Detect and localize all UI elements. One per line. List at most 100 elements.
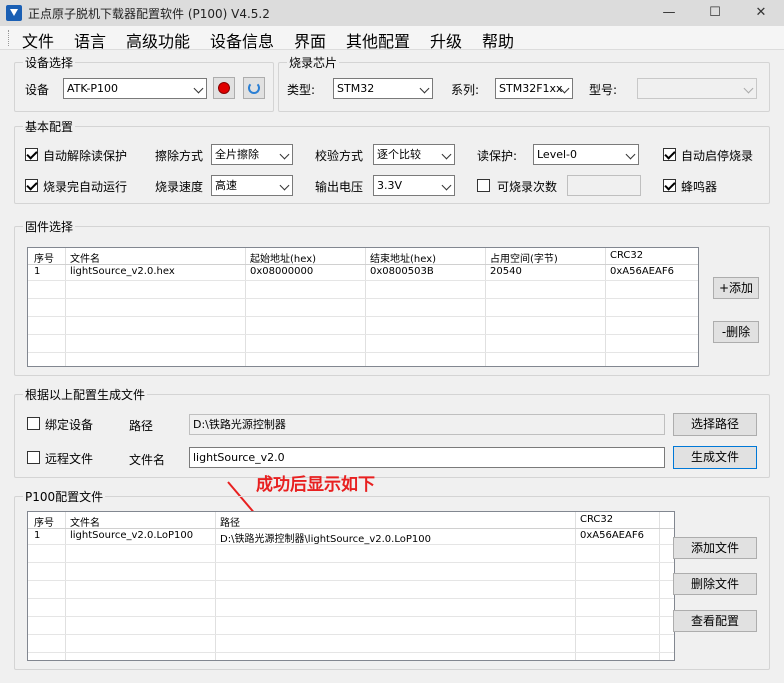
refresh-button[interactable] bbox=[243, 77, 265, 99]
column-header[interactable]: CRC32 bbox=[580, 514, 613, 525]
menu-other-config[interactable]: 其他配置 bbox=[346, 28, 410, 52]
device-group: 设备选择 设备 ATK-P100 bbox=[14, 54, 274, 112]
remote-file-checkbox[interactable] bbox=[27, 451, 40, 464]
chip-type-value: STM32 bbox=[337, 82, 375, 95]
burn-count-input[interactable] bbox=[567, 175, 641, 196]
table-cell: lightSource_v2.0.LoP100 bbox=[70, 530, 194, 541]
column-header[interactable]: 结束地址(hex) bbox=[370, 250, 436, 265]
chip-group: 烧录芯片 类型: STM32 系列: STM32F1xx 型号: bbox=[278, 54, 770, 112]
chevron-down-icon bbox=[279, 180, 290, 191]
p100-config-title: P100配置文件 bbox=[23, 488, 106, 505]
chevron-down-icon bbox=[193, 83, 204, 94]
auto-start-stop-label: 自动启停烧录 bbox=[681, 149, 754, 163]
chip-type-label: 类型: bbox=[287, 83, 316, 97]
refresh-icon bbox=[248, 82, 260, 94]
speed-label: 烧录速度 bbox=[155, 180, 204, 194]
delete-file-button[interactable]: 删除文件 bbox=[673, 573, 757, 595]
voltage-label: 输出电压 bbox=[315, 180, 364, 194]
chevron-down-icon bbox=[441, 149, 452, 160]
menu-upgrade[interactable]: 升级 bbox=[430, 28, 462, 52]
column-header[interactable]: 起始地址(hex) bbox=[250, 250, 316, 265]
verify-value: 逐个比较 bbox=[377, 148, 421, 161]
menu-interface[interactable]: 界面 bbox=[294, 28, 326, 52]
add-file-button[interactable]: 添加文件 bbox=[673, 537, 757, 559]
chip-series-select[interactable]: STM32F1xx bbox=[495, 78, 573, 99]
close-button[interactable]: ✕ bbox=[738, 0, 784, 26]
firmware-group-title: 固件选择 bbox=[23, 218, 76, 235]
chip-series-value: STM32F1xx bbox=[499, 82, 563, 95]
bind-device-label: 绑定设备 bbox=[45, 418, 94, 432]
path-label: 路径 bbox=[129, 419, 154, 433]
filename-input[interactable]: lightSource_v2.0 bbox=[189, 447, 665, 468]
p100-config-table[interactable]: 序号 文件名 路径 CRC32 1 lightSource_v2.0.LoP10… bbox=[27, 511, 675, 661]
firmware-table[interactable]: 序号 文件名 起始地址(hex) 结束地址(hex) 占用空间(字节) CRC3… bbox=[27, 247, 699, 367]
firmware-group: 固件选择 序号 文件名 起始地址(hex) 结束地址(hex) 占用空间(字节)… bbox=[14, 218, 770, 376]
table-cell: 0x0800503B bbox=[370, 266, 434, 277]
app-icon bbox=[6, 5, 22, 21]
basic-config-group: 基本配置 自动解除读保护 烧录完自动运行 擦除方式 全片擦除 烧录速度 高速 校… bbox=[14, 118, 770, 204]
record-button[interactable] bbox=[213, 77, 235, 99]
erase-label: 擦除方式 bbox=[155, 149, 204, 163]
maximize-button[interactable]: ☐ bbox=[692, 0, 738, 26]
title-bar: 正点原子脱机下载器配置软件 (P100) V4.5.2 — ☐ ✕ bbox=[0, 0, 784, 26]
erase-select[interactable]: 全片擦除 bbox=[211, 144, 293, 165]
speed-select[interactable]: 高速 bbox=[211, 175, 293, 196]
generate-group-title: 根据以上配置生成文件 bbox=[23, 386, 148, 403]
column-header[interactable]: CRC32 bbox=[610, 250, 643, 261]
menu-device-info[interactable]: 设备信息 bbox=[210, 28, 274, 52]
filename-label: 文件名 bbox=[129, 453, 166, 467]
device-select[interactable]: ATK-P100 bbox=[63, 78, 207, 99]
p100-config-group: P100配置文件 序号 文件名 路径 CRC32 1 lightSource_v… bbox=[14, 488, 770, 670]
chevron-down-icon bbox=[743, 83, 754, 94]
column-header[interactable]: 文件名 bbox=[70, 250, 100, 265]
path-input[interactable]: D:\铁路光源控制器 bbox=[189, 414, 665, 435]
buzzer-label: 蜂鸣器 bbox=[681, 180, 718, 194]
menu-file[interactable]: 文件 bbox=[22, 28, 54, 52]
chip-type-select[interactable]: STM32 bbox=[333, 78, 433, 99]
device-select-value: ATK-P100 bbox=[67, 82, 119, 95]
read-protect-select[interactable]: Level-0 bbox=[533, 144, 639, 165]
menu-bar: 文件 语言 高级功能 设备信息 界面 其他配置 升级 帮助 bbox=[0, 26, 784, 52]
verify-select[interactable]: 逐个比较 bbox=[373, 144, 455, 165]
table-cell: lightSource_v2.0.hex bbox=[70, 266, 175, 277]
menu-advanced[interactable]: 高级功能 bbox=[126, 28, 190, 52]
device-group-title: 设备选择 bbox=[23, 54, 76, 71]
menu-language[interactable]: 语言 bbox=[74, 28, 106, 52]
chip-model-select[interactable] bbox=[637, 78, 757, 99]
auto-unprotect-label: 自动解除读保护 bbox=[43, 149, 128, 163]
add-firmware-button[interactable]: +添加 bbox=[713, 277, 759, 299]
voltage-value: 3.3V bbox=[377, 179, 403, 192]
auto-start-stop-checkbox[interactable] bbox=[663, 148, 676, 161]
column-header[interactable]: 序号 bbox=[34, 250, 54, 265]
voltage-select[interactable]: 3.3V bbox=[373, 175, 455, 196]
table-cell: 1 bbox=[34, 530, 41, 541]
buzzer-checkbox[interactable] bbox=[663, 179, 676, 192]
generate-file-button[interactable]: 生成文件 bbox=[673, 446, 757, 469]
minimize-button[interactable]: — bbox=[646, 0, 692, 26]
read-protect-value: Level-0 bbox=[537, 148, 578, 161]
auto-run-checkbox[interactable] bbox=[25, 179, 38, 192]
column-header[interactable]: 文件名 bbox=[70, 514, 100, 529]
chip-group-title: 烧录芯片 bbox=[287, 54, 340, 71]
device-label: 设备 bbox=[25, 83, 50, 97]
bind-device-checkbox[interactable] bbox=[27, 417, 40, 430]
erase-value: 全片擦除 bbox=[215, 148, 259, 161]
table-cell: 1 bbox=[34, 266, 41, 277]
chip-series-label: 系列: bbox=[451, 83, 480, 97]
view-config-button[interactable]: 查看配置 bbox=[673, 610, 757, 632]
burn-count-checkbox[interactable] bbox=[477, 179, 490, 192]
choose-path-button[interactable]: 选择路径 bbox=[673, 413, 757, 436]
table-cell: 0xA56AEAF6 bbox=[610, 266, 674, 277]
delete-firmware-button[interactable]: -删除 bbox=[713, 321, 759, 343]
column-header[interactable]: 序号 bbox=[34, 514, 54, 529]
table-cell: 0xA56AEAF6 bbox=[580, 530, 644, 541]
menu-help[interactable]: 帮助 bbox=[482, 28, 514, 52]
table-cell: 20540 bbox=[490, 266, 522, 277]
auto-run-label: 烧录完自动运行 bbox=[43, 180, 128, 194]
chevron-down-icon bbox=[279, 149, 290, 160]
column-header[interactable]: 占用空间(字节) bbox=[490, 250, 558, 265]
read-protect-label: 读保护: bbox=[477, 149, 518, 163]
auto-unprotect-checkbox[interactable] bbox=[25, 148, 38, 161]
basic-config-title: 基本配置 bbox=[23, 118, 76, 135]
column-header[interactable]: 路径 bbox=[220, 514, 240, 529]
